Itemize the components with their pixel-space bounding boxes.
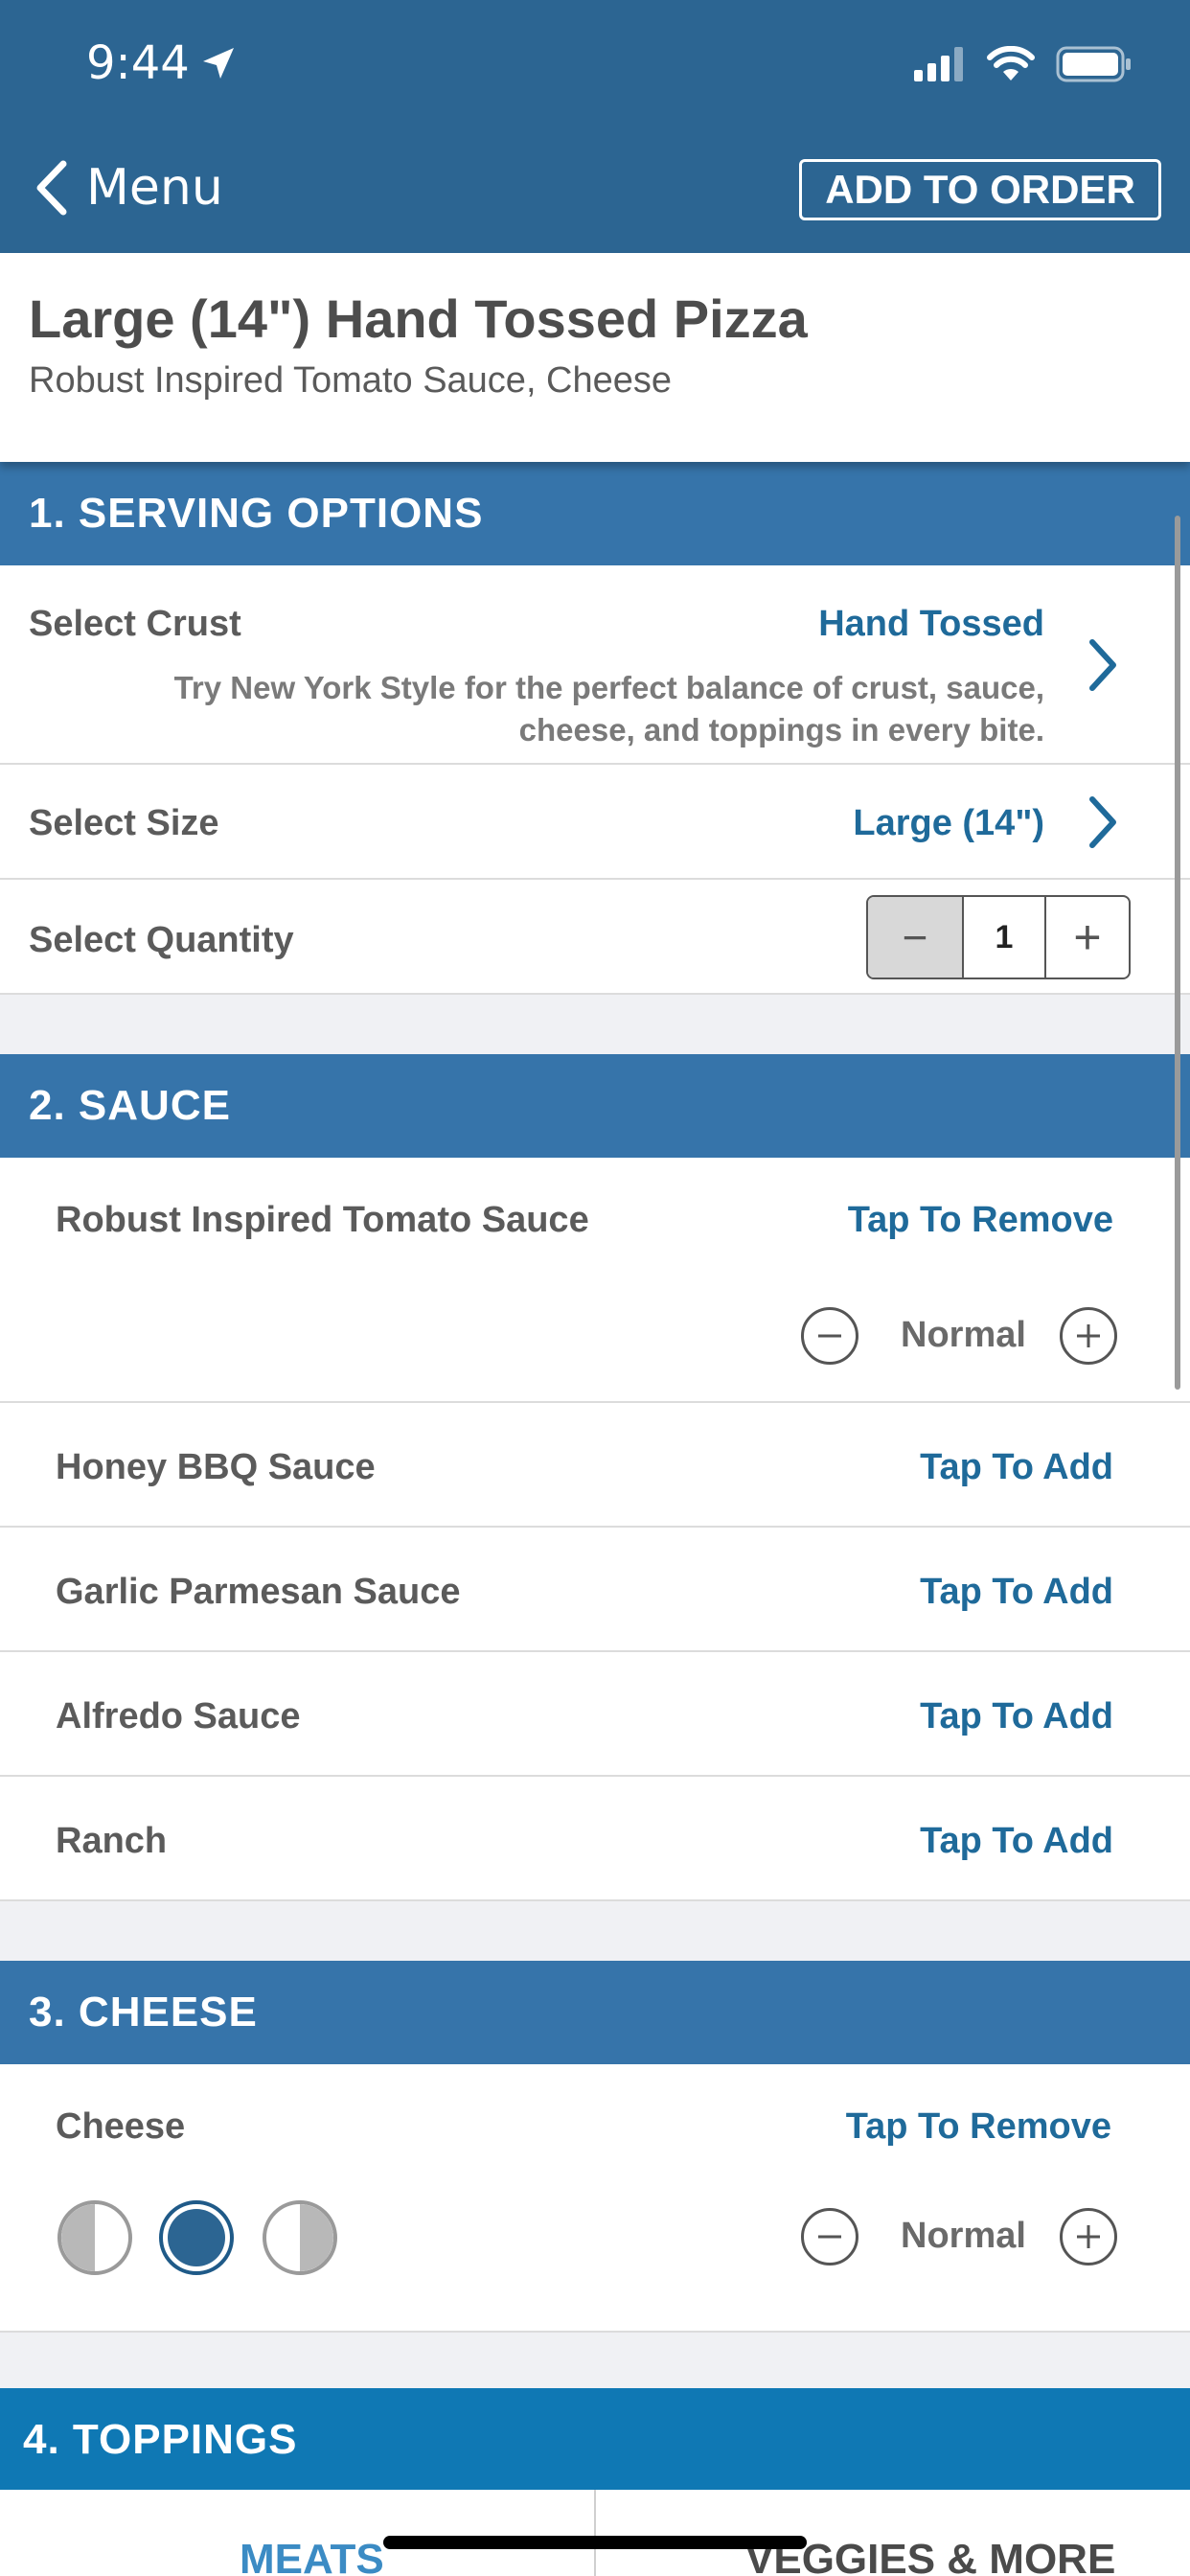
cheese-amount: Normal <box>901 2216 1026 2256</box>
sauce-remove-button[interactable]: Tap To Remove <box>848 1200 1113 1241</box>
section-header-cheese: 3. CHEESE <box>0 1961 1190 2064</box>
sauce-increase-button[interactable] <box>1060 1307 1117 1365</box>
sauce-add-button[interactable]: Tap To Add <box>920 1821 1113 1862</box>
select-crust-row[interactable]: Select Crust Hand Tossed Try New York St… <box>0 565 1190 765</box>
right-half-icon <box>300 2204 333 2271</box>
add-to-order-button[interactable]: ADD TO ORDER <box>799 159 1161 220</box>
sauce-decrease-button[interactable] <box>801 1307 858 1365</box>
section-header-toppings: 4. TOPPINGS <box>0 2388 1190 2492</box>
sauce-add-button[interactable]: Tap To Add <box>920 1447 1113 1488</box>
sauce-option-name: Honey BBQ Sauce <box>56 1447 376 1487</box>
status-time: 9:44 <box>86 36 190 90</box>
chevron-right-icon <box>1089 796 1116 848</box>
crust-value: Hand Tossed <box>818 604 1044 644</box>
right-half-portion-button[interactable] <box>263 2200 337 2275</box>
sauce-option-row[interactable]: Alfredo Sauce Tap To Add <box>0 1652 1190 1777</box>
sauce-option-row[interactable]: Garlic Parmesan Sauce Tap To Add <box>0 1528 1190 1652</box>
minus-icon <box>818 1334 841 1338</box>
crust-hint: Try New York Style for the perfect balan… <box>173 670 1044 748</box>
cheese-decrease-button[interactable] <box>801 2208 858 2266</box>
sauce-option-name: Ranch <box>56 1821 168 1861</box>
wifi-icon <box>987 46 1035 80</box>
back-label: Menu <box>86 159 223 217</box>
cheese-name: Cheese <box>56 2106 186 2147</box>
plus-icon <box>1077 2225 1100 2248</box>
sauce-selected-row: Robust Inspired Tomato Sauce Tap To Remo… <box>0 1158 1190 1403</box>
sauce-option-name: Alfredo Sauce <box>56 1696 301 1736</box>
section-header-serving-options: 1. SERVING OPTIONS <box>0 462 1190 565</box>
sauce-name: Robust Inspired Tomato Sauce <box>56 1200 589 1240</box>
sauce-amount: Normal <box>901 1315 1026 1355</box>
size-value: Large (14") <box>853 803 1044 843</box>
plus-icon <box>1077 1324 1100 1347</box>
cellular-signal-icon <box>914 47 963 81</box>
select-quantity-label: Select Quantity <box>29 920 294 960</box>
status-indicators <box>914 46 1133 82</box>
select-quantity-row: Select Quantity − 1 + <box>0 880 1190 995</box>
product-description: Robust Inspired Tomato Sauce, Cheese <box>29 360 673 401</box>
sauce-option-row[interactable]: Ranch Tap To Add <box>0 1777 1190 1901</box>
whole-portion-button[interactable] <box>159 2200 234 2275</box>
app-header: 9:44 Menu ADD TO ORDER <box>0 0 1190 253</box>
whole-circle-icon <box>168 2209 225 2266</box>
left-half-portion-button[interactable] <box>57 2200 132 2275</box>
product-summary: Large (14") Hand Tossed Pizza Robust Ins… <box>0 253 1190 462</box>
select-crust-label: Select Crust <box>29 604 241 644</box>
chevron-left-icon <box>36 160 67 216</box>
quantity-increase-button[interactable]: + <box>1046 897 1129 978</box>
sauce-add-button[interactable]: Tap To Add <box>920 1572 1113 1613</box>
sauce-add-button[interactable]: Tap To Add <box>920 1696 1113 1737</box>
home-indicator[interactable] <box>383 2536 807 2549</box>
sauce-option-name: Garlic Parmesan Sauce <box>56 1572 461 1612</box>
left-half-icon <box>61 2204 95 2271</box>
cheese-remove-button[interactable]: Tap To Remove <box>846 2106 1111 2148</box>
chevron-right-icon <box>1089 639 1116 691</box>
location-arrow-icon <box>203 48 234 79</box>
quantity-decrease-button[interactable]: − <box>868 897 964 978</box>
sauce-option-row[interactable]: Honey BBQ Sauce Tap To Add <box>0 1403 1190 1528</box>
cheese-increase-button[interactable] <box>1060 2208 1117 2266</box>
tab-divider <box>594 2490 596 2576</box>
quantity-value: 1 <box>964 897 1046 978</box>
battery-icon <box>1056 46 1131 82</box>
product-title: Large (14") Hand Tossed Pizza <box>29 288 808 349</box>
quantity-stepper: − 1 + <box>866 895 1131 979</box>
select-size-row[interactable]: Select Size Large (14") <box>0 765 1190 880</box>
toppings-tabs: MEATS VEGGIES & MORE <box>0 2490 1190 2576</box>
minus-icon <box>818 2235 841 2239</box>
tab-meats[interactable]: MEATS <box>240 2536 384 2576</box>
cheese-row: Cheese Tap To Remove Normal <box>0 2064 1190 2333</box>
section-header-sauce: 2. SAUCE <box>0 1054 1190 1158</box>
scrollbar[interactable] <box>1175 516 1180 1390</box>
back-button[interactable]: Menu <box>34 153 223 222</box>
select-size-label: Select Size <box>29 803 219 843</box>
